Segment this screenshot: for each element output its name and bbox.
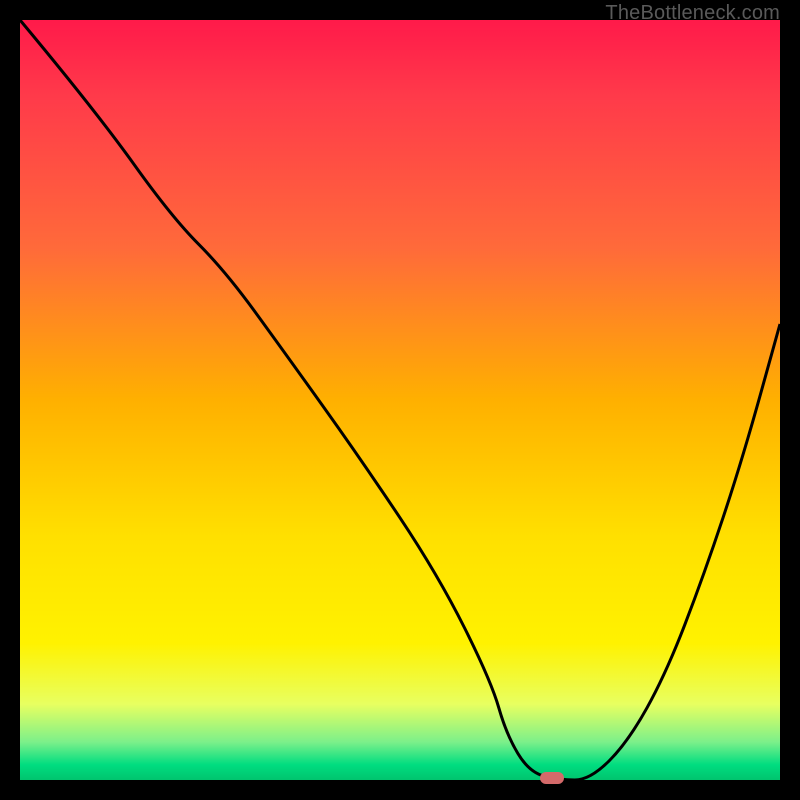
bottleneck-curve [20,20,780,780]
optimal-marker [540,772,564,784]
chart-frame: TheBottleneck.com [0,0,800,800]
plot-area [20,20,780,780]
curve-path [20,20,780,780]
